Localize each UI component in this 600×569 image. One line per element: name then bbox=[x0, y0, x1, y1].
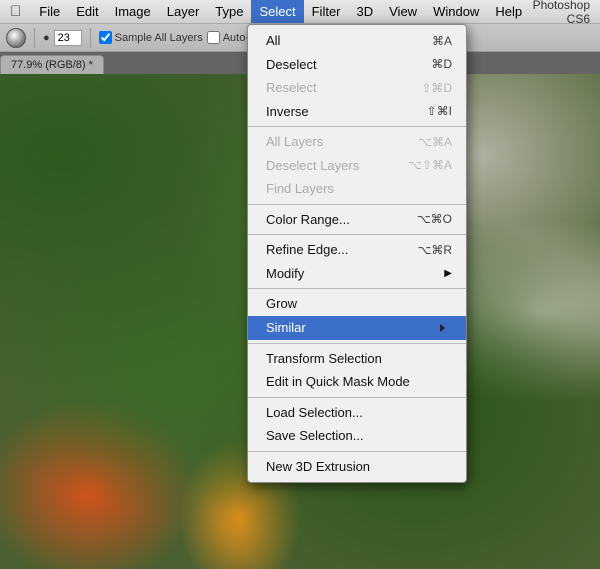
menu-item-all[interactable]: All ⌘A bbox=[248, 29, 466, 53]
menu-item-label: Similar bbox=[266, 318, 306, 338]
menu-arrow-modify: ▶ bbox=[444, 266, 452, 281]
menu-item-label: Deselect Layers bbox=[266, 156, 359, 176]
tab-label: 77.9% (RGB/8) * bbox=[11, 59, 93, 71]
menu-shortcut-deselect-layers: ⌥⇧⌘A bbox=[408, 156, 452, 174]
select-dropdown-menu: All ⌘A Deselect ⌘D Reselect ⇧⌘D Inverse … bbox=[247, 24, 467, 483]
menu-item-reselect: Reselect ⇧⌘D bbox=[248, 76, 466, 100]
file-menu[interactable]: File bbox=[31, 0, 68, 23]
view-menu[interactable]: View bbox=[381, 0, 425, 23]
menu-shortcut-inverse: ⇧⌘I bbox=[427, 102, 452, 120]
edit-menu[interactable]: Edit bbox=[68, 0, 106, 23]
menu-item-all-layers: All Layers ⌥⌘A bbox=[248, 130, 466, 154]
filter-menu[interactable]: Filter bbox=[304, 0, 349, 23]
menu-item-label: Refine Edge... bbox=[266, 240, 348, 260]
menu-item-load-selection[interactable]: Load Selection... bbox=[248, 401, 466, 425]
menu-shortcut-all: ⌘A bbox=[432, 32, 452, 50]
separator-1 bbox=[248, 126, 466, 127]
sample-all-label[interactable]: Sample All Layers bbox=[99, 31, 203, 44]
select-menu[interactable]: Select bbox=[251, 0, 303, 23]
menu-item-label: All bbox=[266, 31, 280, 51]
menu-item-find-layers: Find Layers bbox=[248, 177, 466, 201]
menu-item-label: Reselect bbox=[266, 78, 317, 98]
menu-item-label: Inverse bbox=[266, 102, 309, 122]
separator-3 bbox=[248, 234, 466, 235]
menu-shortcut-refine-edge: ⌥⌘R bbox=[418, 241, 453, 259]
size-label: ● bbox=[43, 32, 50, 44]
apple-menu-item[interactable]:  bbox=[0, 0, 31, 23]
menu-item-label: Find Layers bbox=[266, 179, 334, 199]
menu-item-label: Save Selection... bbox=[266, 426, 364, 446]
document-tab[interactable]: 77.9% (RGB/8) * bbox=[0, 55, 104, 74]
menu-item-label: Deselect bbox=[266, 55, 317, 75]
app-title: Photoshop CS6 bbox=[530, 0, 600, 26]
menu-item-inverse[interactable]: Inverse ⇧⌘I bbox=[248, 100, 466, 124]
separator-2 bbox=[248, 204, 466, 205]
menu-item-refine-edge[interactable]: Refine Edge... ⌥⌘R bbox=[248, 238, 466, 262]
menu-item-label: All Layers bbox=[266, 132, 323, 152]
menu-item-label: New 3D Extrusion bbox=[266, 457, 370, 477]
menu-shortcut-all-layers: ⌥⌘A bbox=[418, 133, 452, 151]
tool-icon[interactable] bbox=[6, 28, 26, 48]
menu-item-modify[interactable]: Modify ▶ bbox=[248, 262, 466, 286]
menu-item-deselect[interactable]: Deselect ⌘D bbox=[248, 53, 466, 77]
separator-5 bbox=[248, 343, 466, 344]
3d-menu[interactable]: 3D bbox=[349, 0, 382, 23]
sample-all-checkbox[interactable] bbox=[99, 31, 112, 44]
sample-all-text: Sample All Layers bbox=[115, 32, 203, 44]
menu-item-deselect-layers: Deselect Layers ⌥⇧⌘A bbox=[248, 154, 466, 178]
size-input[interactable] bbox=[54, 30, 82, 46]
layer-menu[interactable]: Layer bbox=[159, 0, 208, 23]
toolbar-separator bbox=[34, 28, 35, 48]
menu-item-color-range[interactable]: Color Range... ⌥⌘O bbox=[248, 208, 466, 232]
menu-item-label: Transform Selection bbox=[266, 349, 382, 369]
menu-shortcut-deselect: ⌘D bbox=[431, 55, 452, 73]
menu-item-transform-selection[interactable]: Transform Selection bbox=[248, 347, 466, 371]
menu-shortcut-color-range: ⌥⌘O bbox=[417, 210, 452, 228]
menu-item-grow[interactable]: Grow bbox=[248, 292, 466, 316]
separator-6 bbox=[248, 397, 466, 398]
toolbar-separator2 bbox=[90, 28, 91, 48]
type-menu[interactable]: Type bbox=[207, 0, 251, 23]
menu-item-save-selection[interactable]: Save Selection... bbox=[248, 424, 466, 448]
menu-item-similar[interactable]: Similar bbox=[248, 316, 466, 340]
separator-4 bbox=[248, 288, 466, 289]
menu-item-quick-mask[interactable]: Edit in Quick Mask Mode bbox=[248, 370, 466, 394]
menu-item-new-3d-extrusion[interactable]: New 3D Extrusion bbox=[248, 455, 466, 479]
menu-item-label: Grow bbox=[266, 294, 297, 314]
menu-item-label: Modify bbox=[266, 264, 304, 284]
help-menu[interactable]: Help bbox=[487, 0, 530, 23]
menu-item-label: Color Range... bbox=[266, 210, 350, 230]
menu-item-label: Load Selection... bbox=[266, 403, 363, 423]
image-menu[interactable]: Image bbox=[107, 0, 159, 23]
menubar:  File Edit Image Layer Type Select Filt… bbox=[0, 0, 600, 24]
auto-enhance-checkbox[interactable] bbox=[207, 31, 220, 44]
menu-item-label: Edit in Quick Mask Mode bbox=[266, 372, 410, 392]
cursor-icon bbox=[440, 318, 452, 338]
separator-7 bbox=[248, 451, 466, 452]
window-menu[interactable]: Window bbox=[425, 0, 487, 23]
menu-shortcut-reselect: ⇧⌘D bbox=[421, 79, 452, 97]
